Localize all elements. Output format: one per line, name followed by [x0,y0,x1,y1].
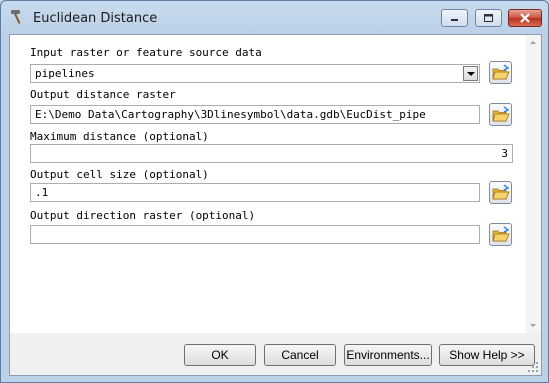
input-raster-browse-button[interactable] [489,61,512,84]
maximize-button[interactable] [475,9,502,27]
hammer-icon [11,10,21,24]
output-distance-browse-button[interactable] [489,103,512,126]
show-help-button[interactable]: Show Help >> [439,344,535,366]
dialog-window: Euclidean Distance Input raster or featu… [0,0,549,383]
cell-size-label: Output cell size (optional) [30,168,209,181]
cancel-button[interactable]: Cancel [264,344,336,366]
direction-raster-browse-button[interactable] [489,223,512,246]
input-raster-label: Input raster or feature source data [30,46,262,59]
close-icon [520,13,530,23]
direction-raster-label: Output direction raster (optional) [30,209,256,222]
minimize-button[interactable] [441,9,468,27]
open-folder-icon [492,64,510,80]
window-title: Euclidean Distance [33,11,158,26]
input-raster-combobox[interactable]: pipelines [30,64,480,83]
scroll-up-icon[interactable] [530,41,536,44]
dialog-client-area: Input raster or feature source data pipe… [9,34,542,376]
input-raster-value: pipelines [35,67,95,80]
max-distance-label: Maximum distance (optional) [30,130,209,143]
open-folder-icon [492,226,510,242]
vertical-scrollbar[interactable] [526,35,541,333]
cell-size-browse-button[interactable] [489,181,512,204]
parameter-form: Input raster or feature source data pipe… [10,35,526,333]
direction-raster-input[interactable] [30,225,480,244]
output-distance-input[interactable]: E:\Demo Data\Cartography\3Dlinesymbol\da… [30,105,480,124]
resize-grip-icon[interactable] [527,361,539,373]
open-folder-icon [492,106,510,122]
cell-size-input[interactable]: .1 [30,183,480,202]
minimize-icon [451,19,458,21]
output-distance-label: Output distance raster [30,88,176,101]
max-distance-input[interactable]: 3 [30,144,513,163]
scroll-down-icon[interactable] [530,324,536,327]
open-folder-icon [492,184,510,200]
chevron-down-icon[interactable] [463,66,478,81]
ok-button[interactable]: OK [184,344,256,366]
close-button[interactable] [508,9,542,27]
environments-button[interactable]: Environments... [344,344,432,366]
title-bar[interactable]: Euclidean Distance [1,1,548,35]
maximize-icon [484,14,493,22]
